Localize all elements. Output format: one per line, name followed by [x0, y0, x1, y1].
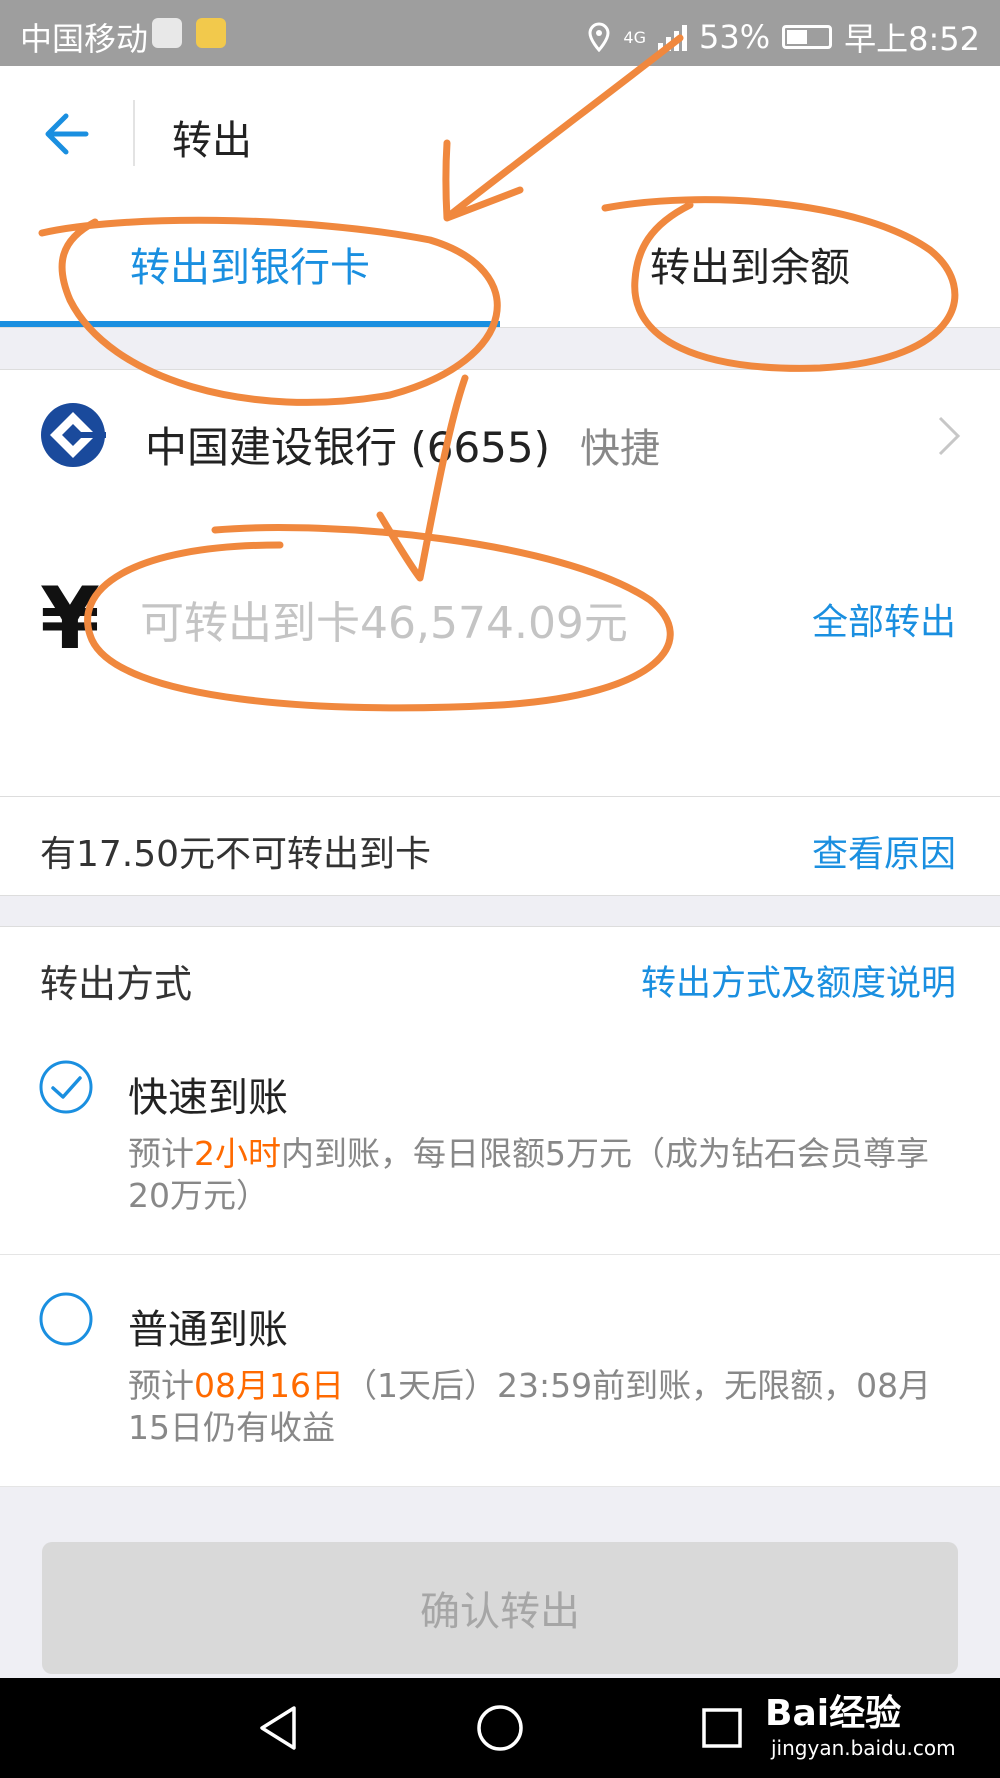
android-nav-bar: Bai经验 jingyan.baidu.com	[0, 1678, 1000, 1778]
ccb-bank-logo-icon	[41, 403, 106, 467]
transfer-method-header: 转出方式 转出方式及额度说明	[0, 926, 1000, 1024]
method-limit-info-link[interactable]: 转出方式及额度说明	[641, 955, 956, 1006]
signal-icon	[658, 23, 687, 51]
bank-name: 中国建设银行 (6655)	[145, 423, 551, 472]
currency-symbol: ¥	[40, 569, 100, 669]
carrier-label: 中国移动	[20, 20, 149, 58]
location-icon	[588, 22, 610, 52]
checked-radio-icon[interactable]	[38, 1059, 94, 1115]
network-type: 4G	[623, 27, 646, 47]
view-reason-link[interactable]: 查看原因	[812, 825, 956, 877]
transfer-method-title: 转出方式	[40, 962, 193, 1006]
option-description: 预计2小时内到账，每日限额5万元（成为钻石会员尊享20万元）	[128, 1133, 968, 1217]
tab-bar: 转出到银行卡 转出到余额	[0, 200, 1000, 328]
weibo-icon	[196, 18, 226, 48]
option-title: 快速到账	[128, 1075, 288, 1121]
home-circle-icon[interactable]	[472, 1700, 528, 1756]
notice-text: 有17.50元不可转出到卡	[40, 834, 432, 875]
tab-to-balance[interactable]: 转出到余额	[500, 200, 1000, 327]
battery-percent: 53%	[699, 18, 771, 56]
non-transferable-notice: 有17.50元不可转出到卡 查看原因	[0, 797, 1000, 896]
amount-section: ¥ 全部转出	[0, 503, 1000, 797]
bank-tag: 快捷	[580, 426, 660, 472]
watermark-sub: jingyan.baidu.com	[771, 1736, 956, 1760]
tab-label: 转出到余额	[650, 244, 850, 291]
transfer-all-link[interactable]: 全部转出	[812, 593, 956, 645]
tab-to-bank-card[interactable]: 转出到银行卡	[0, 200, 500, 327]
option-fast-arrival[interactable]: 快速到账 预计2小时内到账，每日限额5万元（成为钻石会员尊享20万元）	[0, 1023, 1000, 1255]
tab-active-indicator	[0, 321, 500, 327]
clock: 早上8:52	[844, 20, 980, 58]
option-title: 普通到账	[128, 1307, 288, 1353]
battery-icon	[782, 25, 833, 49]
map-app-icon	[152, 18, 182, 48]
recents-square-icon[interactable]	[694, 1700, 750, 1756]
option-normal-arrival[interactable]: 普通到账 预计08月16日（1天后）23:59前到账，无限额，08月15日仍有收…	[0, 1255, 1000, 1487]
amount-input[interactable]	[138, 587, 702, 659]
desc-highlight: 08月16日	[194, 1366, 344, 1405]
back-arrow-icon[interactable]	[40, 106, 96, 162]
desc-highlight: 2小时	[194, 1134, 281, 1173]
page-title: 转出	[172, 118, 252, 164]
bank-card-selector[interactable]: 中国建设银行 (6655) 快捷	[0, 369, 1000, 504]
status-bar: 中国移动 4G 53% 早上8:52	[0, 0, 1000, 66]
back-triangle-icon[interactable]	[250, 1700, 306, 1756]
confirm-transfer-button[interactable]: 确认转出	[42, 1542, 958, 1674]
chevron-right-icon	[938, 416, 961, 456]
unchecked-radio-icon[interactable]	[38, 1291, 94, 1347]
option-description: 预计08月16日（1天后）23:59前到账，无限额，08月15日仍有收益	[128, 1365, 968, 1449]
desc-prefix: 预计	[128, 1134, 194, 1173]
watermark-main: Bai经验	[765, 1693, 902, 1734]
tab-label: 转出到银行卡	[130, 244, 370, 291]
baidu-jingyan-watermark: Bai经验 jingyan.baidu.com	[765, 1684, 956, 1760]
app-header: 转出	[0, 66, 1000, 201]
desc-prefix: 预计	[128, 1366, 194, 1405]
header-divider	[133, 100, 135, 166]
